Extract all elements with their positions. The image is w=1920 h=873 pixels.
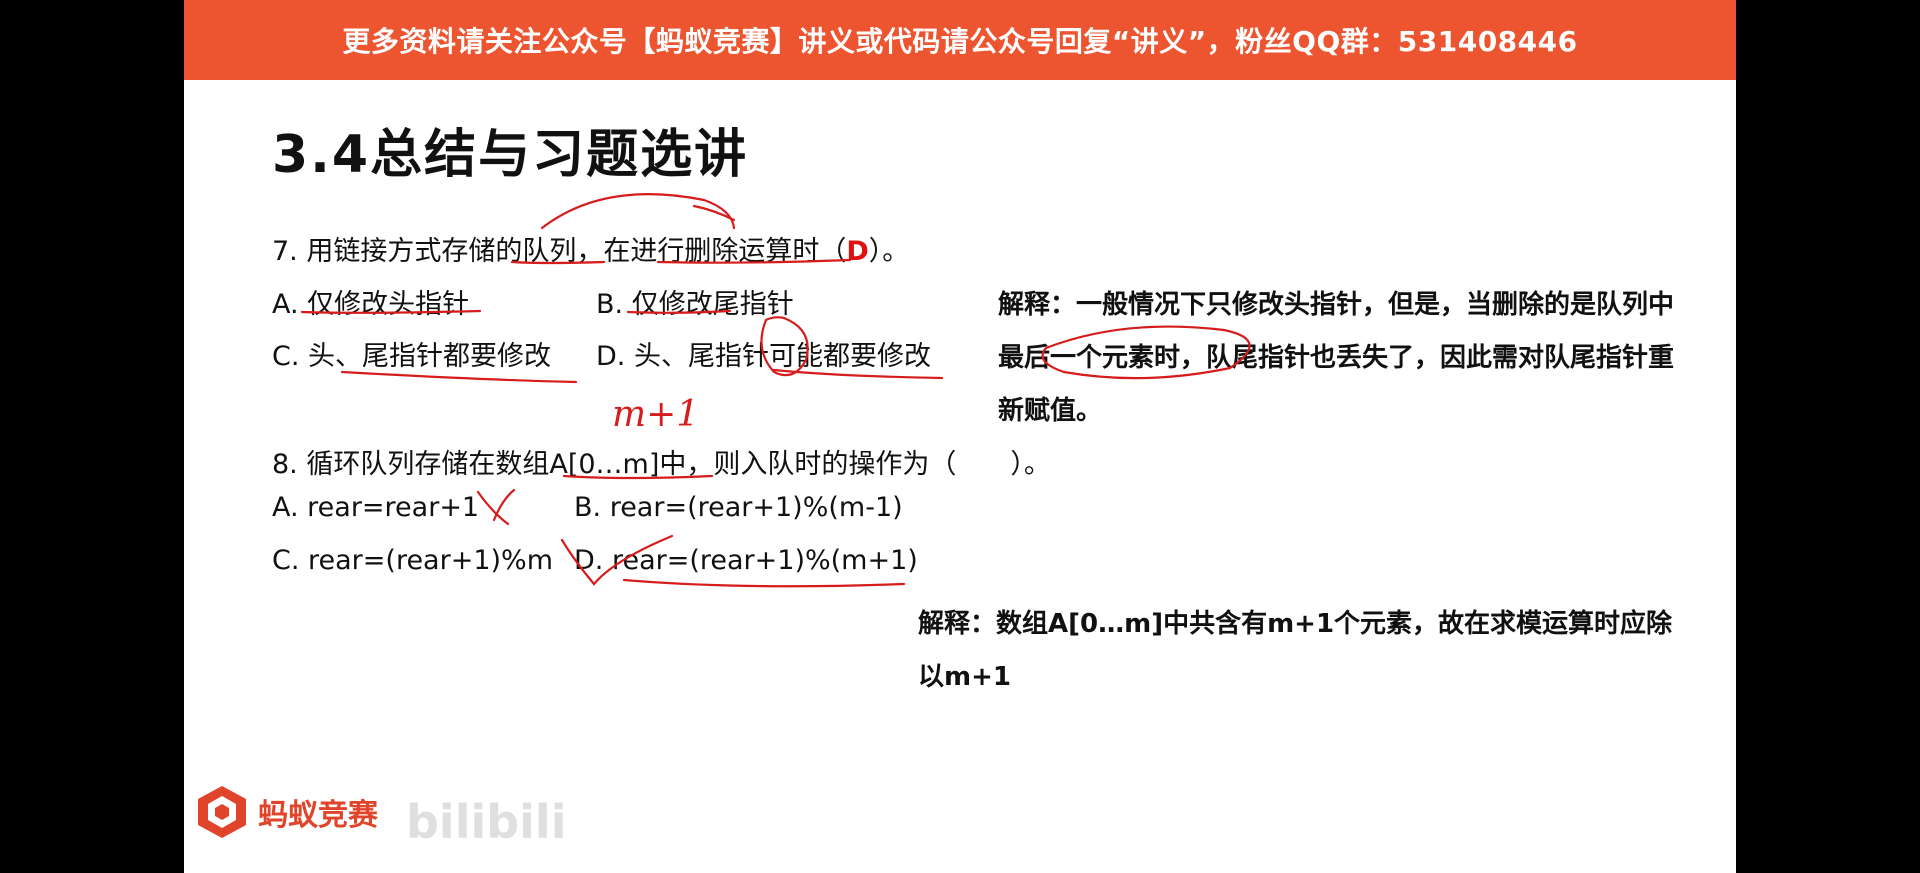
ink-check-mark	[560, 534, 674, 586]
ink-underline	[772, 368, 944, 380]
brand-logo: 蚂蚁竞赛	[196, 784, 378, 840]
logo-mark-icon	[198, 786, 246, 838]
watermark: bilibili	[406, 795, 567, 849]
ink-underline	[622, 578, 906, 588]
ink-underline	[510, 260, 606, 265]
slide: 更多资料请关注公众号【蚂蚁竞赛】讲义或代码请公众号回复“讲义”，粉丝QQ群：53…	[184, 0, 1736, 873]
logo-text: 蚂蚁竞赛	[258, 798, 378, 833]
ink-underline	[626, 309, 732, 314]
ink-arc	[540, 193, 736, 230]
ink-underline	[656, 258, 852, 264]
ink-cross-mark	[476, 490, 510, 526]
ink-cross-mark	[492, 488, 516, 522]
ink-circle	[760, 316, 809, 377]
ink-underline	[562, 474, 714, 480]
ink-underline	[300, 309, 482, 314]
ink-underline	[340, 370, 578, 384]
handwritten-annotations	[300, 193, 1251, 588]
ink-circle	[1041, 325, 1251, 380]
